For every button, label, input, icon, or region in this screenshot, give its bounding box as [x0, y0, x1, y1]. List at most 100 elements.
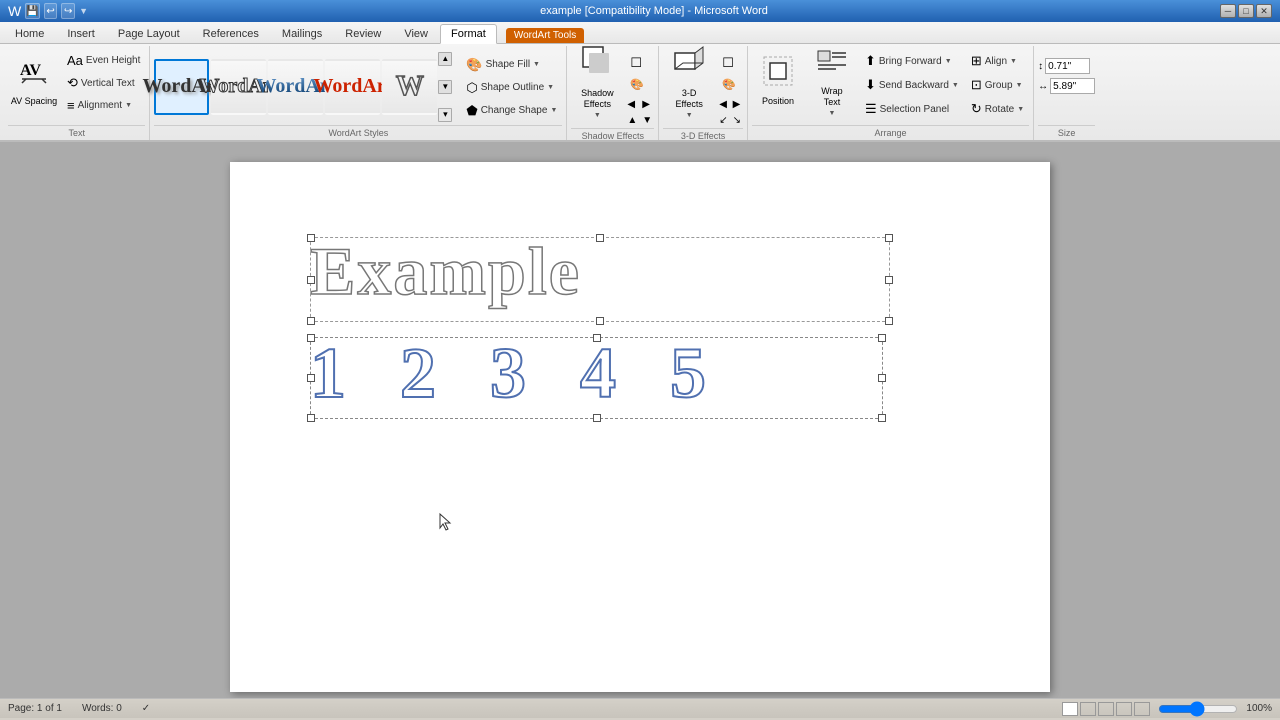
- minimize-button[interactable]: ─: [1220, 4, 1236, 18]
- threed-tilt-right[interactable]: ↘: [731, 113, 743, 128]
- quick-access-redo[interactable]: ↪: [61, 3, 75, 19]
- bring-forward-button[interactable]: ⬆ Bring Forward ▼: [860, 50, 964, 72]
- tab-format[interactable]: Format: [440, 24, 497, 44]
- text-group-label: Text: [8, 125, 145, 140]
- align-button[interactable]: ⊞ Align ▼: [966, 50, 1029, 72]
- position-button[interactable]: Position: [752, 48, 804, 114]
- alignment-label: Alignment: [78, 100, 122, 111]
- threed-tilt-left[interactable]: ↙: [717, 113, 729, 128]
- threed-on-off[interactable]: ☐: [717, 52, 743, 74]
- vertical-text-label: Vertical Text: [81, 78, 135, 89]
- tab-home[interactable]: Home: [4, 24, 55, 43]
- full-screen-btn[interactable]: [1080, 702, 1096, 716]
- numbers-handle-br[interactable]: [878, 414, 886, 422]
- shadow-toggle-icon: ☐: [630, 55, 642, 71]
- wrap-text-button[interactable]: WrapText ▼: [806, 48, 858, 114]
- change-shape-icon: ⬟: [466, 103, 477, 119]
- threed-effects-button[interactable]: 3-DEffects ▼: [663, 48, 715, 114]
- bring-forward-dropdown: ▼: [945, 58, 952, 65]
- web-layout-btn[interactable]: [1098, 702, 1114, 716]
- arrange-group-label: Arrange: [752, 125, 1029, 140]
- handle-br[interactable]: [885, 317, 893, 325]
- numbers-handle-bm[interactable]: [593, 414, 601, 422]
- group-dropdown: ▼: [1016, 82, 1023, 89]
- even-height-button[interactable]: Aa Even Height: [62, 50, 145, 71]
- outline-btn[interactable]: [1116, 702, 1132, 716]
- shape-outline-button[interactable]: ⬡ Shape Outline ▼: [461, 77, 562, 99]
- width-input-row: ↔: [1038, 78, 1095, 94]
- shape-fill-icon: 🎨: [466, 57, 482, 73]
- tab-review[interactable]: Review: [334, 24, 392, 43]
- wordart-scroll-more[interactable]: ▾: [438, 108, 452, 122]
- numbers-handle-bl[interactable]: [307, 414, 315, 422]
- group-label: Group: [985, 80, 1013, 91]
- shadow-nudge-up[interactable]: ▲: [625, 113, 639, 128]
- handle-bl[interactable]: [307, 317, 315, 325]
- wordart-style-5[interactable]: W: [382, 59, 437, 115]
- close-button[interactable]: ✕: [1256, 4, 1272, 18]
- av-spacing-button[interactable]: AV AV Spacing: [8, 48, 60, 114]
- ribbon-group-3d: 3-DEffects ▼ ☐ 🎨 ◀ ▶ ↙ ↘ 3-D Effects: [659, 46, 748, 140]
- rotate-button[interactable]: ↻ Rotate ▼: [966, 98, 1029, 120]
- zoom-level: 100%: [1246, 703, 1272, 714]
- wordart-styles-group-label: WordArt Styles: [154, 125, 562, 140]
- alignment-dropdown-icon: ▼: [125, 102, 132, 109]
- shape-fill-label: Shape Fill: [486, 59, 530, 70]
- shadow-nudge-down[interactable]: ▼: [640, 113, 654, 128]
- window-title: example [Compatibility Mode] - Microsoft…: [88, 5, 1220, 17]
- quick-access-save[interactable]: 💾: [25, 3, 39, 19]
- shape-outline-dropdown: ▼: [547, 84, 554, 91]
- vertical-text-button[interactable]: ⟲ Vertical Text: [62, 72, 145, 94]
- selection-panel-button[interactable]: ☰ Selection Panel: [860, 98, 964, 120]
- wordart-style-4[interactable]: WordArt: [325, 59, 380, 115]
- zoom-slider[interactable]: [1158, 704, 1238, 714]
- restore-button[interactable]: □: [1238, 4, 1254, 18]
- print-layout-btn[interactable]: [1062, 702, 1078, 716]
- tab-page-layout[interactable]: Page Layout: [107, 24, 191, 43]
- alignment-button[interactable]: ≡ Alignment ▼: [62, 95, 145, 116]
- av-spacing-label: AV Spacing: [11, 96, 57, 107]
- shadow-on-off[interactable]: ☐: [625, 52, 654, 74]
- shadow-nudge-right[interactable]: ▶: [640, 97, 654, 112]
- width-input[interactable]: [1050, 78, 1095, 94]
- change-shape-label: Change Shape: [481, 105, 548, 116]
- tab-mailings[interactable]: Mailings: [271, 24, 333, 43]
- shadow-color[interactable]: 🎨: [625, 75, 654, 94]
- align-icon: ⊞: [971, 53, 982, 69]
- wordart-numbers-container: 1 2 3 4 5: [310, 337, 883, 419]
- tab-view[interactable]: View: [393, 24, 439, 43]
- shadow-effects-button[interactable]: ShadowEffects ▼: [571, 48, 623, 114]
- bring-forward-icon: ⬆: [865, 53, 876, 69]
- align-dropdown: ▼: [1010, 58, 1017, 65]
- draft-btn[interactable]: [1134, 702, 1150, 716]
- handle-bm[interactable]: [596, 317, 604, 325]
- threed-nudge-left[interactable]: ◀: [717, 97, 729, 112]
- quick-access-undo[interactable]: ↩: [44, 3, 58, 19]
- group-button[interactable]: ⊡ Group ▼: [966, 74, 1029, 96]
- mouse-cursor: [438, 512, 452, 535]
- tab-references[interactable]: References: [192, 24, 270, 43]
- wrap-text-dropdown: ▼: [829, 110, 836, 117]
- wordart-tools-tab[interactable]: WordArt Tools: [506, 28, 584, 43]
- send-backward-icon: ⬇: [865, 77, 876, 93]
- wordart-scroll-down[interactable]: ▼: [438, 80, 452, 94]
- shadow-nudge-left[interactable]: ◀: [625, 97, 639, 112]
- tab-insert[interactable]: Insert: [56, 24, 106, 43]
- document-area: Example 1 2 3 4 5: [0, 142, 1280, 698]
- wrap-text-label: WrapText: [821, 86, 842, 108]
- wordart-scroll-up[interactable]: ▲: [438, 52, 452, 66]
- threed-color[interactable]: 🎨: [717, 75, 743, 94]
- send-backward-dropdown: ▼: [952, 82, 959, 89]
- shape-fill-button[interactable]: 🎨 Shape Fill ▼: [461, 54, 562, 76]
- selection-panel-label: Selection Panel: [880, 104, 950, 115]
- svg-text:AV: AV: [20, 62, 41, 79]
- height-input[interactable]: [1045, 58, 1090, 74]
- change-shape-button[interactable]: ⬟ Change Shape ▼: [461, 100, 562, 122]
- send-backward-button[interactable]: ⬇ Send Backward ▼: [860, 74, 964, 96]
- ribbon-tabs: Home Insert Page Layout References Maili…: [0, 22, 1280, 44]
- threed-toggle-icon: ☐: [722, 55, 734, 71]
- threed-nudge-right[interactable]: ▶: [731, 97, 743, 112]
- ribbon: AV AV Spacing Aa Even Height ⟲ Vertical …: [0, 44, 1280, 142]
- shadow-effects-dropdown: ▼: [594, 112, 601, 119]
- even-height-icon: Aa: [67, 53, 83, 68]
